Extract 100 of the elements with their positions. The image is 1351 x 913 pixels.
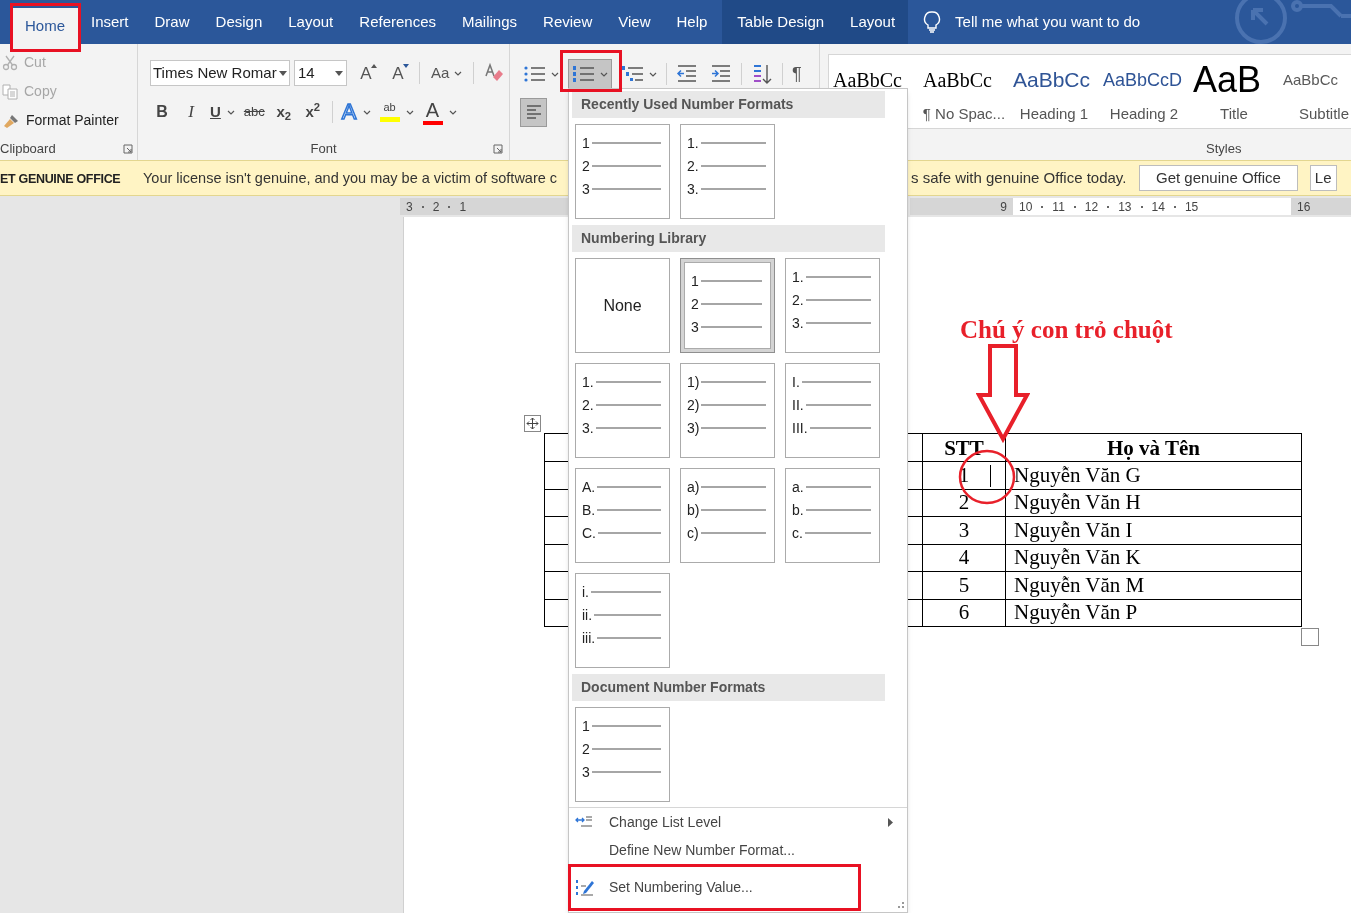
down-arrow-icon	[976, 343, 1030, 443]
shrink-font-button[interactable]: A	[385, 61, 411, 85]
multilevel-icon	[621, 64, 645, 84]
ribbon-tab[interactable]: Design	[202, 0, 276, 44]
ruler-number: 14	[1151, 198, 1165, 216]
increase-indent-icon	[710, 64, 732, 84]
license-button[interactable]: Get genuine Office	[1139, 165, 1298, 191]
text-cursor	[990, 465, 991, 487]
ribbon-tab[interactable]: Table Design	[722, 0, 838, 44]
table-cell: Nguyễn Văn M	[1005, 571, 1302, 599]
number-format-option[interactable]: 1. 2. 3.	[680, 124, 775, 219]
number-format-option[interactable]: 1 2 3	[680, 258, 775, 353]
table-header: Họ và Tên	[1005, 433, 1302, 462]
menu-section-header: Recently Used Number Formats	[572, 91, 885, 118]
underline-button[interactable]: U	[210, 101, 235, 123]
table-cell: 3	[922, 516, 1006, 544]
highlight-frame	[560, 50, 622, 92]
license-warning-title: ET GENUINE OFFICE	[0, 171, 121, 186]
table-cell: Nguyễn Văn K	[1005, 544, 1302, 572]
style-option[interactable]: AaBbCc Subtitle	[1279, 55, 1351, 128]
table-cell: 2	[922, 489, 1006, 517]
scissors-icon	[2, 54, 18, 71]
caret-icon	[649, 71, 657, 77]
decrease-indent-icon	[676, 64, 698, 84]
annotation-text: Chú ý con trỏ chuột	[960, 315, 1173, 345]
ruler-number: 1	[459, 198, 467, 216]
tell-me-search[interactable]: Tell me what you want to do	[955, 10, 1141, 34]
number-format-option[interactable]: 1. 2. 3.	[575, 363, 670, 458]
number-format-option[interactable]: 1 2 3	[575, 124, 670, 219]
number-format-option[interactable]: 1. 2. 3.	[785, 258, 880, 353]
numbering-button[interactable]	[568, 59, 612, 89]
group-label: Font	[310, 140, 337, 159]
superscript-button[interactable]: x$^{2}$	[302, 101, 323, 123]
style-option[interactable]: AaBbCcD Heading 2	[1099, 55, 1189, 128]
ruler-number: 13	[1118, 198, 1132, 216]
font-name-field[interactable]: Times New Romar	[150, 60, 290, 86]
numbering-icon	[572, 64, 596, 84]
ribbon-tab[interactable]: Home	[12, 8, 78, 44]
font-color-button[interactable]: A	[422, 99, 457, 125]
grow-font-button[interactable]: A	[353, 61, 379, 85]
move-handle-icon[interactable]	[524, 415, 541, 432]
menu-item[interactable]: Change List Level	[569, 808, 907, 836]
ruler-number: 2	[432, 198, 440, 216]
number-format-option[interactable]: a. b. c.	[785, 468, 880, 563]
show-marks-button[interactable]: ¶	[789, 59, 805, 89]
dialog-launcher-icon[interactable]	[493, 144, 503, 154]
ribbon-tab[interactable]: View	[605, 0, 664, 44]
caret-icon	[454, 70, 463, 76]
ruler-number: 3	[406, 198, 413, 216]
menu-section-header: Document Number Formats	[572, 674, 885, 701]
ribbon-tab[interactable]: Draw	[141, 0, 203, 44]
numbered-list-pencil-icon	[575, 877, 595, 898]
highlight-button[interactable]: ab	[379, 102, 414, 122]
caret-icon	[362, 109, 371, 115]
highlight-frame	[10, 3, 81, 52]
change-case-button[interactable]: Aa	[428, 61, 466, 85]
align-left-button[interactable]	[520, 97, 547, 127]
dropdown-arrow-icon[interactable]	[279, 70, 287, 76]
ribbon-tab[interactable]: Review	[530, 0, 606, 44]
triangle-icon	[371, 64, 377, 68]
ribbon-tab[interactable]: Layout	[837, 0, 909, 44]
menu-item[interactable]: Define New Number Format...	[569, 836, 907, 864]
resize-handle[interactable]	[1301, 628, 1319, 646]
ribbon-tab[interactable]: Insert	[78, 0, 142, 44]
dropdown-arrow-icon[interactable]	[335, 70, 343, 76]
sort-icon	[751, 63, 773, 85]
caret-icon	[448, 109, 457, 115]
table-cell: 4	[922, 544, 1006, 572]
ribbon-tab[interactable]: Help	[663, 0, 721, 44]
number-format-option[interactable]: I. II. III.	[785, 363, 880, 458]
number-format-option[interactable]: A. B. C.	[575, 468, 670, 563]
license-button[interactable]: Le	[1309, 165, 1337, 191]
style-option[interactable]: AaBbCc ¶ No Spac...	[919, 55, 1009, 128]
license-message: s safe with genuine Office today.	[911, 168, 1127, 186]
menu-item[interactable]: Set Numbering Value...	[568, 864, 861, 911]
ribbon-tab[interactable]: References	[346, 0, 449, 44]
number-format-option[interactable]: 1) 2) 3)	[680, 363, 775, 458]
align-left-icon	[525, 105, 542, 119]
format-painter-button[interactable]: Format Painter	[0, 106, 137, 135]
italic-button[interactable]: I	[181, 101, 201, 123]
number-format-option[interactable]: None	[575, 258, 670, 353]
font-size-field[interactable]: 14	[294, 60, 347, 86]
caret-icon	[600, 71, 608, 77]
table-cell: Nguyễn Văn H	[1005, 489, 1302, 517]
paintbrush-icon	[2, 112, 20, 129]
strikethrough-button[interactable]: abc	[243, 101, 265, 123]
ribbon-tab[interactable]: Mailings	[449, 0, 531, 44]
ruler-number: 12	[1084, 198, 1099, 216]
ribbon-tab[interactable]: Layout	[275, 0, 347, 44]
bold-button[interactable]: B	[152, 101, 172, 123]
number-format-option[interactable]: a) b) c)	[680, 468, 775, 563]
style-option[interactable]: AaB Title	[1189, 55, 1279, 128]
dialog-launcher-icon[interactable]	[123, 144, 133, 154]
style-option[interactable]: AaBbCc Heading 1	[1009, 55, 1099, 128]
bullets-icon	[523, 64, 547, 84]
number-format-option[interactable]: i. ii. iii.	[575, 573, 670, 668]
table-cell: 6	[922, 599, 1006, 627]
resize-grip-icon[interactable]	[896, 900, 904, 908]
number-format-option[interactable]: 1 2 3	[575, 707, 670, 802]
subscript-button[interactable]: x$_{2}$	[273, 101, 294, 123]
